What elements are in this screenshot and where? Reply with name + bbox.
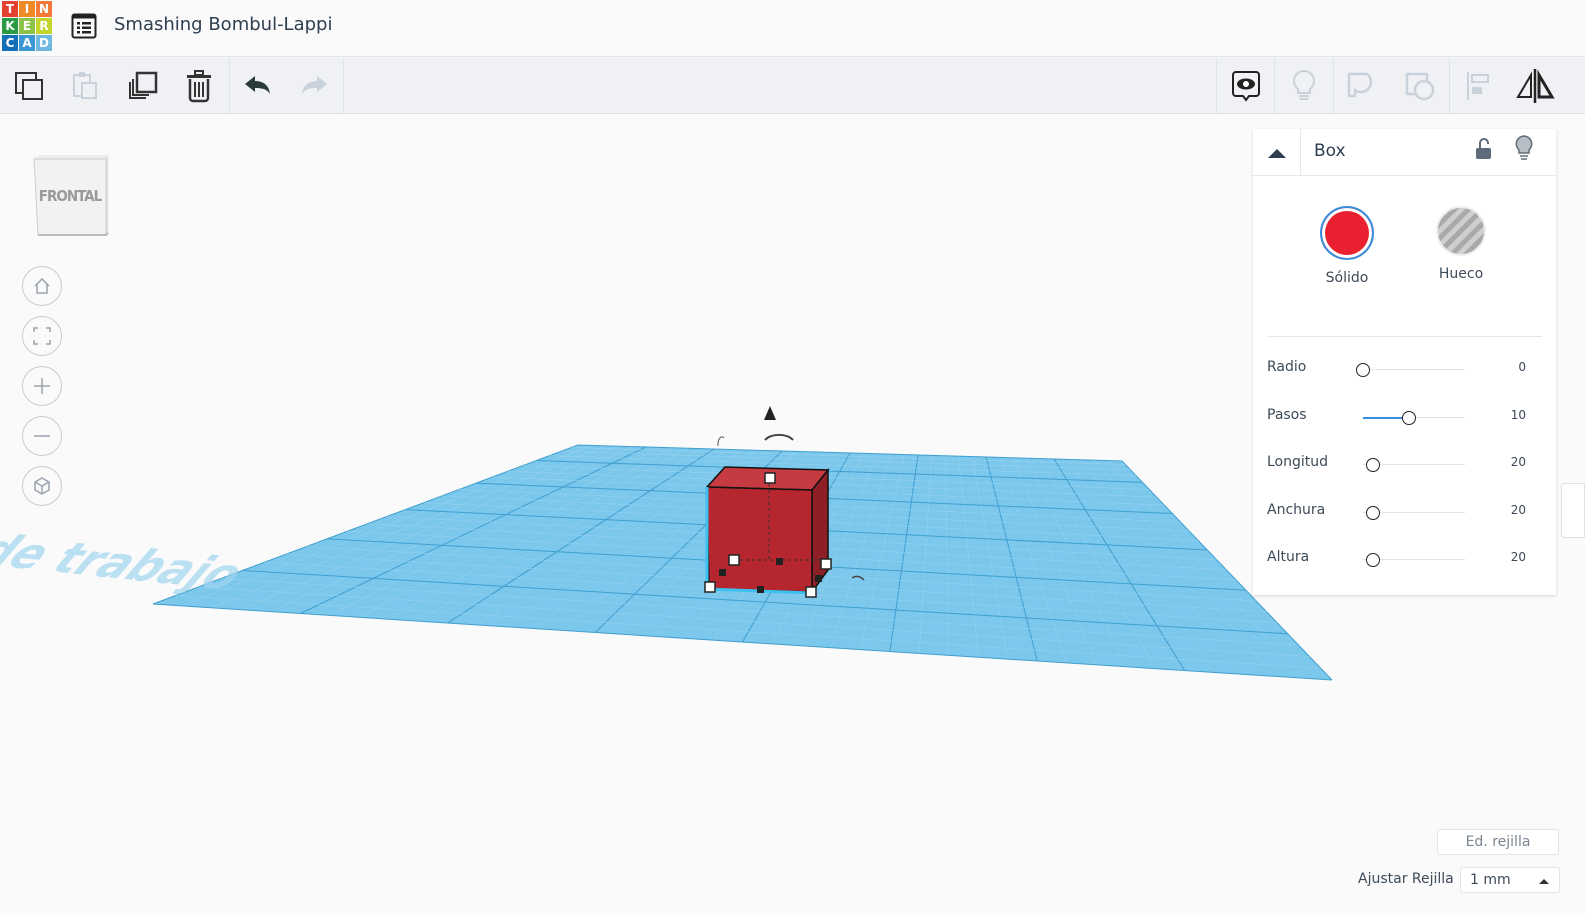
lift-arrow-icon[interactable] — [764, 406, 776, 420]
param-label: Anchura — [1267, 501, 1326, 518]
panel-edge-tab[interactable] — [1561, 483, 1585, 538]
hole-swatch[interactable] — [1436, 206, 1486, 256]
param-row-pasos: Pasos 10 — [1267, 407, 1542, 427]
solid-option[interactable]: Sólido — [1317, 206, 1377, 286]
param-slider-knob[interactable] — [1366, 505, 1381, 520]
param-value[interactable]: 20 — [1511, 455, 1526, 469]
lock-open-icon[interactable] — [1475, 137, 1493, 161]
rotate-handle-icon[interactable] — [764, 433, 794, 441]
caret-up-icon — [1539, 879, 1549, 884]
param-slider-knob[interactable] — [1366, 458, 1381, 472]
param-value[interactable]: 10 — [1511, 408, 1526, 422]
param-label: Longitud — [1267, 454, 1329, 470]
chevron-up-icon — [1267, 148, 1286, 158]
param-slider-knob[interactable] — [1356, 363, 1370, 377]
workplane-watermark: Plano de trabajo — [0, 509, 259, 600]
param-label: Altura — [1267, 549, 1310, 565]
param-row-anchura: Anchura 20 — [1267, 502, 1542, 522]
param-row-radio: Radio 0 — [1267, 359, 1542, 379]
collapse-button[interactable] — [1253, 129, 1301, 176]
param-row-altura: Altura 20 — [1267, 549, 1542, 569]
param-label: Radio — [1267, 359, 1307, 375]
param-value[interactable]: 0 — [1518, 360, 1526, 374]
param-slider-track[interactable] — [1363, 369, 1465, 370]
edit-grid-button[interactable]: Ed. rejilla — [1437, 829, 1559, 855]
box-shape[interactable] — [704, 466, 832, 598]
lightbulb-icon[interactable] — [1515, 135, 1533, 161]
snap-grid-select[interactable]: 1 mm — [1460, 867, 1560, 893]
snap-grid-value: 1 mm — [1470, 872, 1511, 888]
param-label: Pasos — [1267, 406, 1307, 423]
solid-label: Sólido — [1325, 270, 1369, 286]
param-row-longitud: Longitud 20 — [1267, 454, 1542, 474]
hole-label: Hueco — [1438, 266, 1484, 282]
hole-option[interactable]: Hueco — [1431, 206, 1491, 282]
solid-swatch[interactable] — [1320, 206, 1374, 260]
snap-grid-label: Ajustar Rejilla — [1358, 871, 1454, 887]
shape-name[interactable]: Box — [1314, 141, 1346, 161]
param-slider-knob[interactable] — [1401, 410, 1416, 425]
inspector-panel: Box Sólido Hueco Radio 0 Pasos 10 Longitud… — [1253, 129, 1556, 595]
param-slider-knob[interactable] — [1366, 553, 1381, 567]
rotate-handle-icon[interactable] — [717, 436, 725, 447]
param-value[interactable]: 20 — [1511, 550, 1526, 564]
param-value[interactable]: 20 — [1511, 503, 1526, 517]
